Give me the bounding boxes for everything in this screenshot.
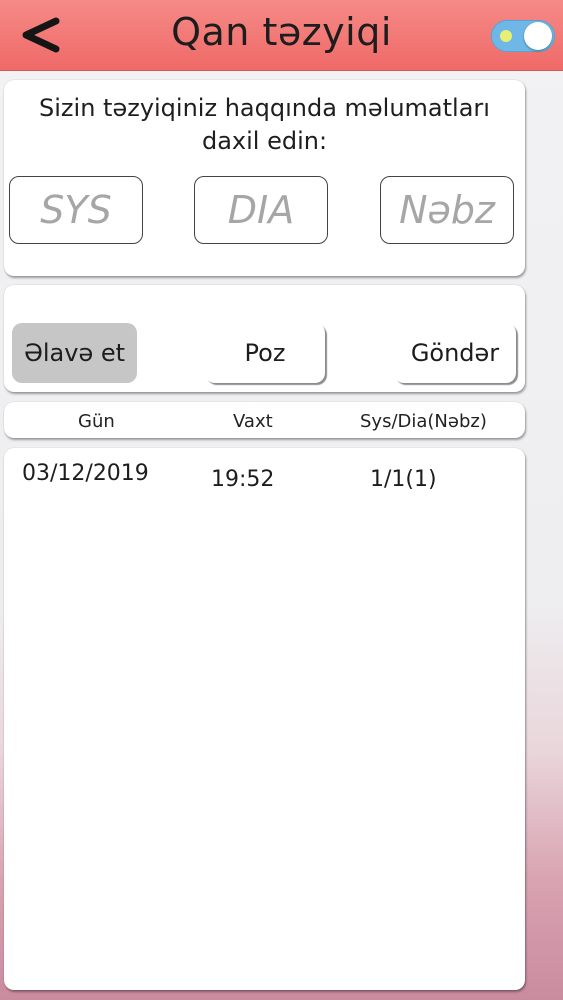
table-header: Gün Vaxt Sys/Dia(Nəbz) <box>4 402 525 438</box>
page-title: Qan təzyiqi <box>171 10 392 54</box>
intro-text: Sizin təzyiqiniz haqqında məlumatları da… <box>39 94 490 155</box>
send-button[interactable]: Göndər <box>394 323 516 383</box>
row-date: 03/12/2019 <box>22 461 149 486</box>
toggle-knob[interactable] <box>524 22 552 50</box>
column-header-day: Gün <box>78 411 115 432</box>
add-button[interactable]: Əlavə et <box>12 323 137 383</box>
row-reading: 1/1(1) <box>370 467 437 492</box>
row-time: 19:52 <box>211 467 275 492</box>
dia-input[interactable]: DIA <box>194 176 328 244</box>
input-card: Sizin təzyiqiniz haqqında məlumatları da… <box>4 80 525 276</box>
app-header: Qan təzyiqi <box>0 0 563 71</box>
toggle-indicator-dot <box>500 30 512 42</box>
column-header-time: Vaxt <box>233 411 273 432</box>
column-header-reading: Sys/Dia(Nəbz) <box>360 411 487 432</box>
delete-button[interactable]: Poz <box>205 323 325 383</box>
toggle-switch[interactable] <box>491 20 555 52</box>
records-list[interactable]: 03/12/2019 19:52 1/1(1) <box>4 448 525 990</box>
sys-input[interactable]: SYS <box>9 176 143 244</box>
actions-card: Əlavə et Poz Göndər <box>4 285 525 392</box>
pulse-input[interactable]: Nəbz <box>380 176 514 244</box>
table-row[interactable]: 03/12/2019 19:52 1/1(1) <box>4 448 525 508</box>
